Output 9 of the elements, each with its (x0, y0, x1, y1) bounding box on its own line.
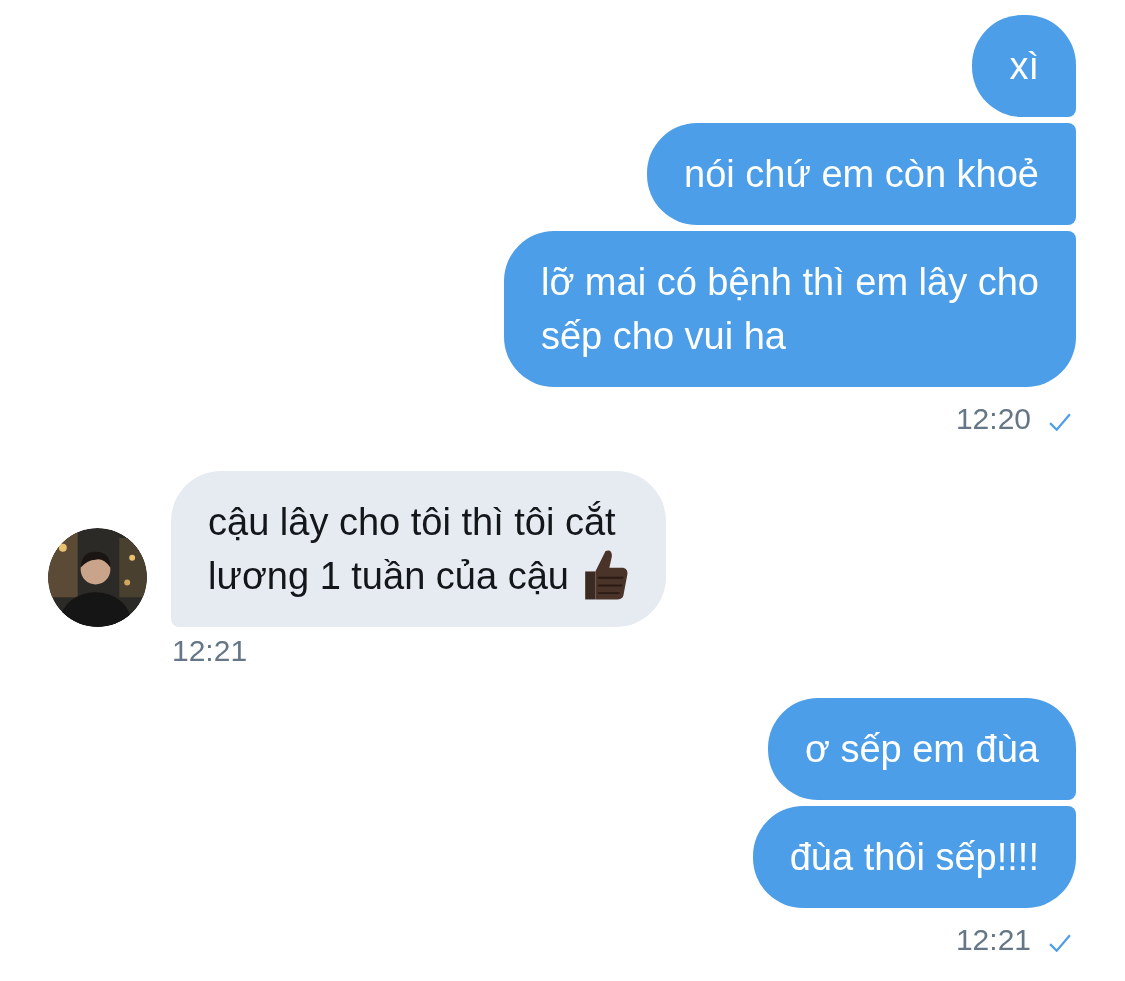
message-bubble: lỡ mai có bệnh thì em lây cho sếp cho vui ha (503, 231, 1076, 387)
message-bubble: xì (972, 15, 1076, 117)
message-bubble: cậu lây cho tôi thì tôi cắt lương 1 tuần của cậu (171, 471, 666, 627)
message-bubble: ơ sếp em đùa (767, 698, 1076, 800)
message-bubble: nói chứ em còn khoẻ (647, 123, 1076, 225)
message-time: 12:21 (955, 922, 1031, 958)
message-bubble: đùa thôi sếp!!!! (752, 806, 1076, 908)
message-time: 12:21 (172, 633, 248, 669)
message-time: 12:20 (955, 401, 1031, 437)
